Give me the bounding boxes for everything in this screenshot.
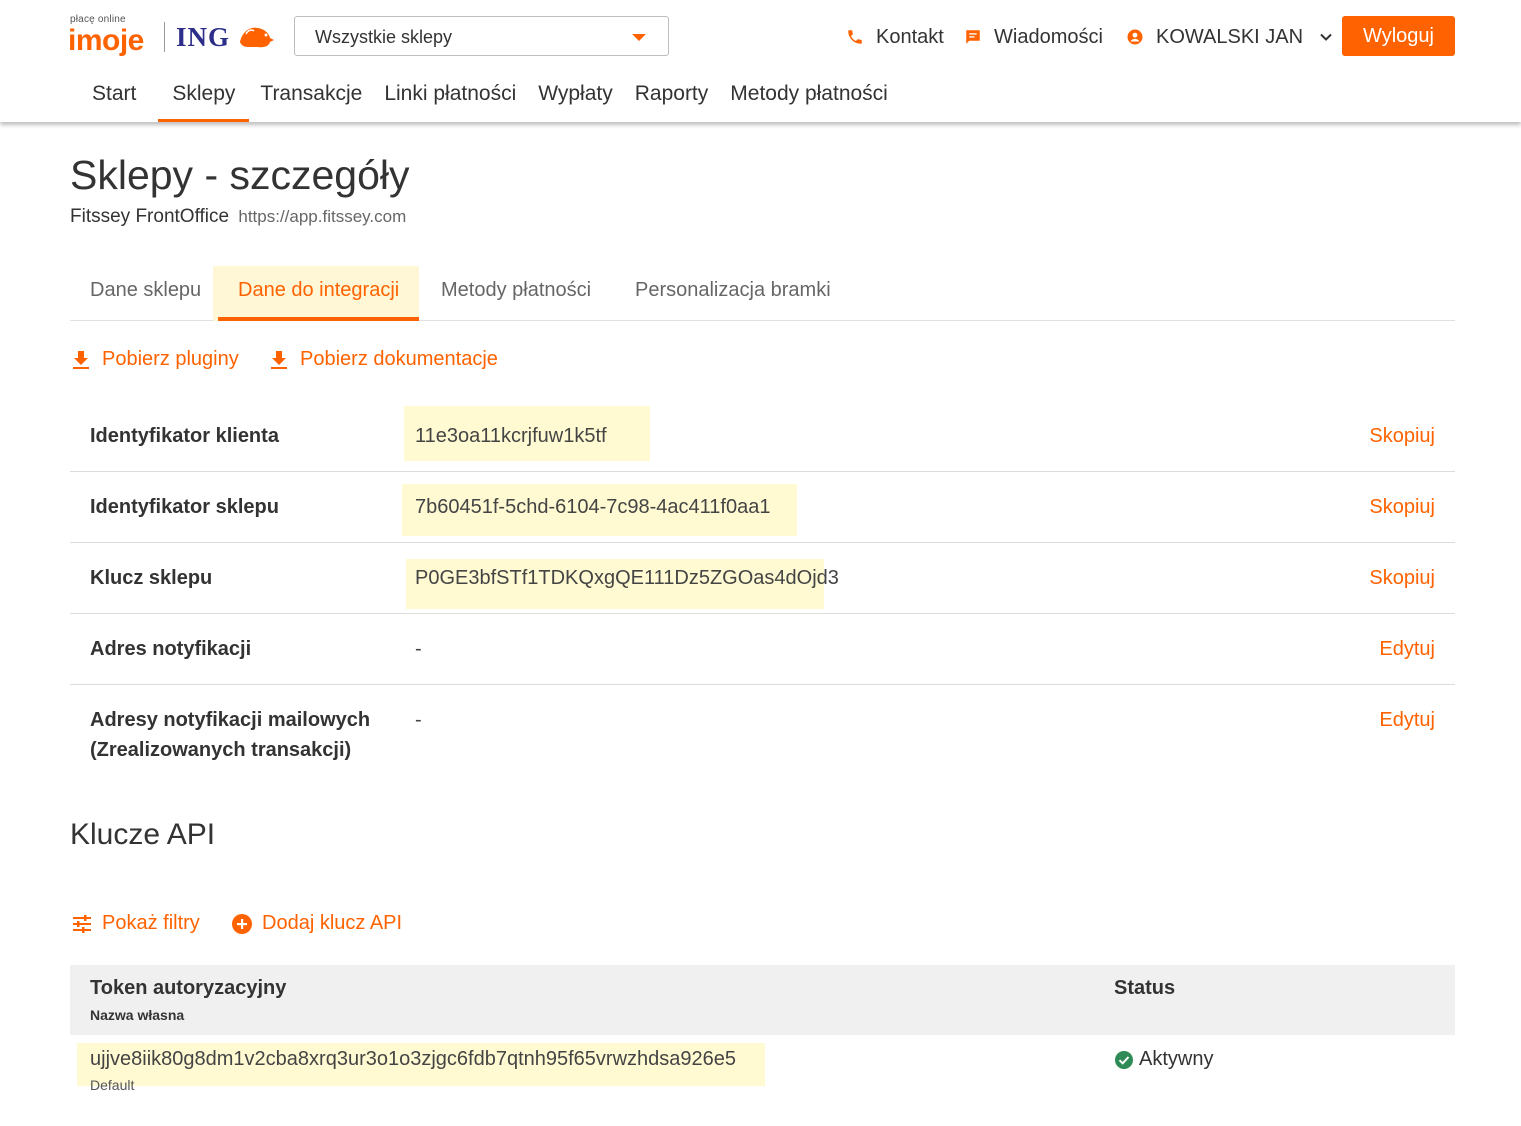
show-filters-button[interactable]: Pokaż filtry — [72, 912, 200, 935]
edit-button[interactable]: Edytuj — [1379, 634, 1435, 664]
download-docs-label: Pobierz dokumentacje — [300, 348, 498, 370]
info-value: - — [415, 638, 422, 660]
phone-icon — [848, 30, 862, 44]
message-icon — [966, 30, 980, 44]
column-header-status: Status — [1114, 977, 1176, 999]
nav-transakcje[interactable]: Transakcje — [249, 78, 373, 122]
messages-label: Wiadomości — [994, 25, 1103, 48]
status-badge: Aktywny — [1115, 1048, 1213, 1071]
ing-lion-icon — [240, 27, 274, 48]
api-token-value: ujjve8iik80g8dm1v2cba8xrq3ur3o1o3zjgc6fd… — [90, 1048, 737, 1070]
info-label: Identyfikator sklepu — [90, 496, 279, 518]
page-title: Sklepy - szczegóły — [70, 152, 410, 198]
main-nav: Start Sklepy Transakcje Linki płatności … — [70, 78, 899, 122]
chevron-down-icon — [1320, 33, 1332, 41]
contact-label: Kontakt — [876, 25, 944, 48]
info-label: Klucz sklepu — [90, 567, 213, 589]
caret-down-icon — [632, 34, 646, 41]
download-icon — [73, 350, 89, 369]
user-menu[interactable]: KOWALSKI JAN — [1126, 24, 1333, 50]
add-circle-icon — [232, 913, 252, 934]
nav-start[interactable]: Start — [70, 78, 158, 122]
info-label-line2: (Zrealizowanych transakcji) — [90, 739, 352, 761]
detail-tabs: Dane sklepu Dane do integracji Metody pł… — [70, 266, 1455, 321]
logo-imoje: imoje — [68, 24, 144, 57]
info-value: - — [415, 709, 422, 731]
info-label-line1: Adresy notyfikacji mailowych — [90, 709, 371, 731]
tab-dane-sklepu[interactable]: Dane sklepu — [70, 266, 221, 321]
api-table-header: Token autoryzacyjny Nazwa własna Status — [70, 965, 1455, 1035]
nav-metody-platnosci[interactable]: Metody płatności — [719, 78, 899, 122]
add-api-key-label: Dodaj klucz API — [262, 912, 403, 934]
info-value: P0GE3bfSTf1TDKQxgQE111Dz5ZGOas4dOjd3 — [415, 567, 839, 589]
status-label: Aktywny — [1139, 1048, 1214, 1070]
add-api-key-button[interactable]: Dodaj klucz API — [232, 912, 402, 935]
download-docs-link[interactable]: Pobierz dokumentacje — [270, 348, 498, 371]
nav-wyplaty[interactable]: Wypłaty — [527, 78, 624, 122]
store-select[interactable]: Wszystkie sklepy — [294, 16, 669, 56]
info-value: 11e3oa11kcrjfuw1k5tf — [415, 425, 607, 447]
tab-metody-platnosci[interactable]: Metody płatności — [421, 266, 611, 321]
info-row-store-key: Klucz sklepu P0GE3bfSTf1TDKQxgQE111Dz5ZG… — [70, 543, 1455, 614]
store-subtitle: Fitssey FrontOffice https://app.fitssey.… — [70, 206, 406, 228]
copy-button[interactable]: Skopiuj — [1369, 492, 1435, 522]
tab-dane-do-integracji[interactable]: Dane do integracji — [213, 266, 420, 321]
download-icon — [271, 350, 287, 369]
user-avatar-icon — [1127, 29, 1143, 45]
info-value: 7b60451f-5chd-6104-7c98-4ac411f0aa1 — [415, 496, 771, 518]
info-row-store-id: Identyfikator sklepu 7b60451f-5chd-6104-… — [70, 472, 1455, 543]
edit-button[interactable]: Edytuj — [1379, 705, 1435, 735]
copy-button[interactable]: Skopiuj — [1369, 421, 1435, 451]
filter-sliders-icon — [73, 914, 91, 933]
logo-divider — [164, 22, 165, 52]
nav-raporty[interactable]: Raporty — [624, 78, 720, 122]
imoje-ing-logo[interactable]: płacę online imoje ING — [68, 14, 288, 58]
contact-link[interactable]: Kontakt — [846, 24, 944, 50]
info-row-client-id: Identyfikator klienta 11e3oa11kcrjfuw1k5… — [70, 401, 1455, 472]
tab-personalizacja-bramki[interactable]: Personalizacja bramki — [615, 266, 851, 321]
download-plugins-label: Pobierz pluginy — [102, 348, 239, 370]
messages-link[interactable]: Wiadomości — [964, 24, 1103, 50]
nav-linki-platnosci[interactable]: Linki płatności — [373, 78, 527, 122]
download-plugins-link[interactable]: Pobierz pluginy — [72, 348, 239, 371]
store-select-value: Wszystkie sklepy — [315, 27, 453, 47]
check-circle-icon — [1115, 1050, 1133, 1069]
store-name: Fitssey FrontOffice — [70, 206, 230, 227]
logo-ing: ING — [176, 22, 231, 52]
column-header-token-sub: Nazwa własna — [90, 1007, 185, 1023]
copy-button[interactable]: Skopiuj — [1369, 563, 1435, 593]
show-filters-label: Pokaż filtry — [102, 912, 200, 934]
info-label: Adresy notyfikacji mailowych (Zrealizowa… — [90, 705, 370, 765]
store-url: https://app.fitssey.com — [238, 207, 407, 226]
info-label: Adres notyfikacji — [90, 638, 252, 660]
column-header-token: Token autoryzacyjny — [90, 977, 287, 999]
nav-sklepy[interactable]: Sklepy — [158, 78, 250, 122]
info-row-notification-url: Adres notyfikacji - Edytuj — [70, 614, 1455, 685]
top-header: płacę online imoje ING Wszystkie sklepy … — [0, 0, 1521, 122]
api-keys-title: Klucze API — [70, 818, 216, 851]
api-token-name: Default — [90, 1077, 135, 1093]
info-row-mail-notifications: Adresy notyfikacji mailowych (Zrealizowa… — [70, 685, 1455, 775]
logout-button[interactable]: Wyloguj — [1342, 16, 1455, 56]
user-name: KOWALSKI JAN — [1156, 25, 1304, 48]
info-label: Identyfikator klienta — [90, 425, 279, 447]
